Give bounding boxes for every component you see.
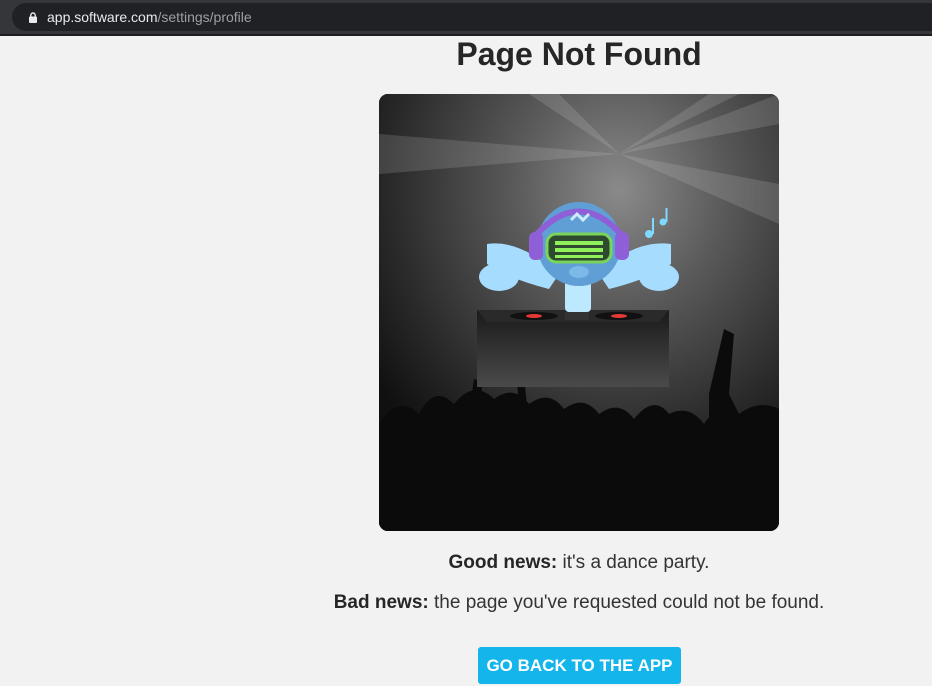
url-host: app.software.com xyxy=(47,9,158,25)
good-news-message: it's a dance party. xyxy=(557,552,710,573)
address-bar[interactable]: app.software.com/settings/profile xyxy=(12,3,932,31)
url-path: /settings/profile xyxy=(157,9,252,25)
good-news-text: Good news: it's a dance party. xyxy=(226,552,932,574)
lock-icon xyxy=(29,12,37,23)
dance-party-illustration xyxy=(379,94,779,531)
page-title: Page Not Found xyxy=(456,36,702,72)
good-news-label: Good news: xyxy=(448,552,558,573)
browser-toolbar: app.software.com/settings/profile xyxy=(0,0,932,36)
dj-deck xyxy=(477,310,669,387)
url-text: app.software.com/settings/profile xyxy=(47,9,252,25)
bad-news-label: Bad news: xyxy=(333,592,429,613)
go-back-to-app-button[interactable]: GO BACK TO THE APP xyxy=(478,647,681,684)
bad-news-message: the page you've requested could not be f… xyxy=(428,592,825,613)
bad-news-text: Bad news: the page you've requested coul… xyxy=(226,592,932,614)
